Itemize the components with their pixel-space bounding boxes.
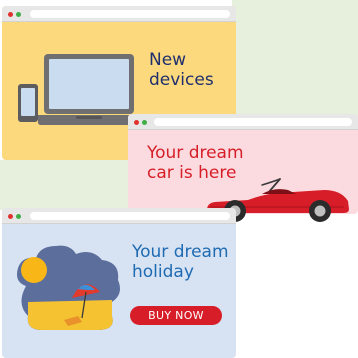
headline-line: New xyxy=(149,50,187,70)
address-bar xyxy=(30,212,230,220)
browser-titlebar xyxy=(128,114,358,130)
headline-line: Your dream xyxy=(132,242,229,262)
holiday-headline: Your dream holiday xyxy=(132,242,229,282)
laptop-and-phone-icon xyxy=(18,54,140,125)
browser-titlebar xyxy=(2,208,236,224)
headline-line: devices xyxy=(149,70,214,91)
devices-headline: New devices xyxy=(149,50,214,90)
background-panel xyxy=(232,0,358,128)
close-dot-icon xyxy=(8,214,13,219)
ad-collage: New devices Your dream car is here Your … xyxy=(0,0,358,358)
address-bar xyxy=(30,10,230,18)
maximize-dot-icon xyxy=(142,120,147,125)
address-bar xyxy=(154,118,352,126)
maximize-dot-icon xyxy=(16,12,21,17)
beach-with-sun-and-umbrella-icon xyxy=(17,245,120,330)
browser-titlebar xyxy=(2,6,236,22)
maximize-dot-icon xyxy=(16,214,21,219)
background-panel xyxy=(0,160,130,210)
holiday-content: Your dream holiday xyxy=(2,224,236,358)
buy-now-button[interactable]: BUY NOW xyxy=(130,306,222,325)
close-dot-icon xyxy=(8,12,13,17)
headline-line: Your dream xyxy=(147,143,244,163)
holiday-window: Your dream holiday xyxy=(2,208,236,358)
headline-line: holiday xyxy=(132,262,194,283)
close-dot-icon xyxy=(134,120,139,125)
